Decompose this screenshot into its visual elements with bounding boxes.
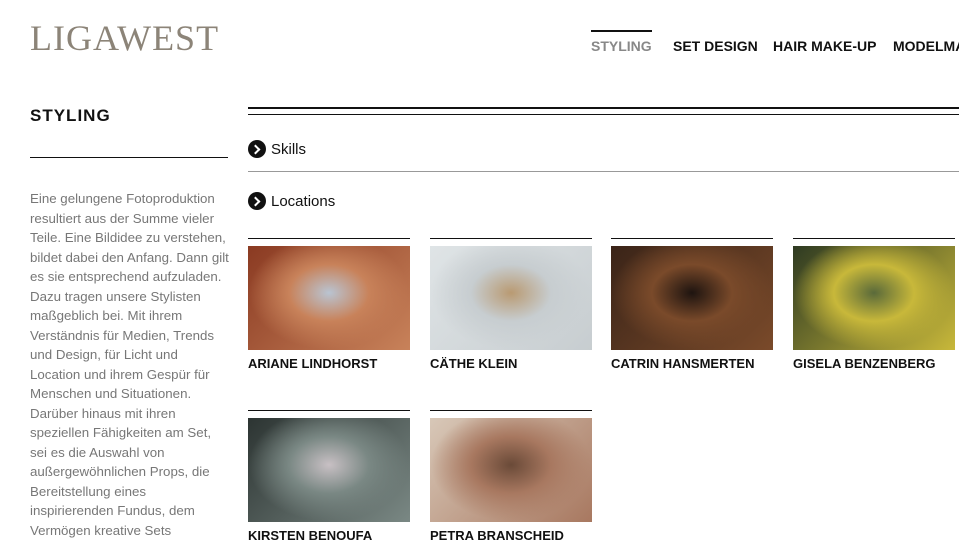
sidebar-divider <box>30 157 228 158</box>
accordion-skills-label: Skills <box>271 140 307 158</box>
artist-card-rule <box>430 238 592 239</box>
artist-name[interactable]: ARIANE LINDHORST <box>248 356 410 371</box>
artist-card[interactable]: PETRA BRANSCHEID <box>430 410 592 543</box>
nav-styling[interactable]: STYLING <box>591 30 652 54</box>
sidebar-description: Eine gelungene Fotoproduktion resultiert… <box>30 191 229 538</box>
artist-card-rule <box>793 238 955 239</box>
nav-modelmake[interactable]: MODELMAK <box>893 38 959 54</box>
artist-name[interactable]: KIRSTEN BENOUFA <box>248 528 410 543</box>
artist-card[interactable]: GISELA BENZENBERG <box>793 238 955 371</box>
artist-card-rule <box>611 238 773 239</box>
artist-photo[interactable] <box>430 418 592 522</box>
sidebar-title: STYLING <box>30 106 111 125</box>
artist-card-rule <box>430 410 592 411</box>
content-top-rule <box>248 107 959 109</box>
artist-card[interactable]: CATRIN HANSMERTEN <box>611 238 773 371</box>
artist-photo[interactable] <box>248 246 410 350</box>
content-top-rule-thin <box>248 114 959 115</box>
artist-photo[interactable] <box>793 246 955 350</box>
artist-card-rule <box>248 410 410 411</box>
chevron-right-circle-icon <box>248 140 266 158</box>
nav-hair-make-up[interactable]: HAIR MAKE-UP <box>773 38 876 54</box>
accordion-locations[interactable]: Locations <box>248 192 335 210</box>
artist-card[interactable]: CÄTHE KLEIN <box>430 238 592 371</box>
nav-set-design[interactable]: SET DESIGN <box>673 38 758 54</box>
artist-card[interactable]: ARIANE LINDHORST <box>248 238 410 371</box>
artist-photo[interactable] <box>611 246 773 350</box>
artist-name[interactable]: CATRIN HANSMERTEN <box>611 356 773 371</box>
accordion-skills[interactable]: Skills <box>248 140 306 158</box>
accordion-divider <box>248 171 959 172</box>
artist-photo[interactable] <box>248 418 410 522</box>
chevron-right-circle-icon <box>248 192 266 210</box>
artist-card-rule <box>248 238 410 239</box>
artist-card[interactable]: KIRSTEN BENOUFA <box>248 410 410 543</box>
site-logo[interactable]: LIGAWEST <box>30 18 219 58</box>
artist-name[interactable]: GISELA BENZENBERG <box>793 356 955 371</box>
artist-photo[interactable] <box>430 246 592 350</box>
artist-name[interactable]: CÄTHE KLEIN <box>430 356 592 371</box>
accordion-locations-label: Locations <box>271 192 336 210</box>
artist-name[interactable]: PETRA BRANSCHEID <box>430 528 592 543</box>
